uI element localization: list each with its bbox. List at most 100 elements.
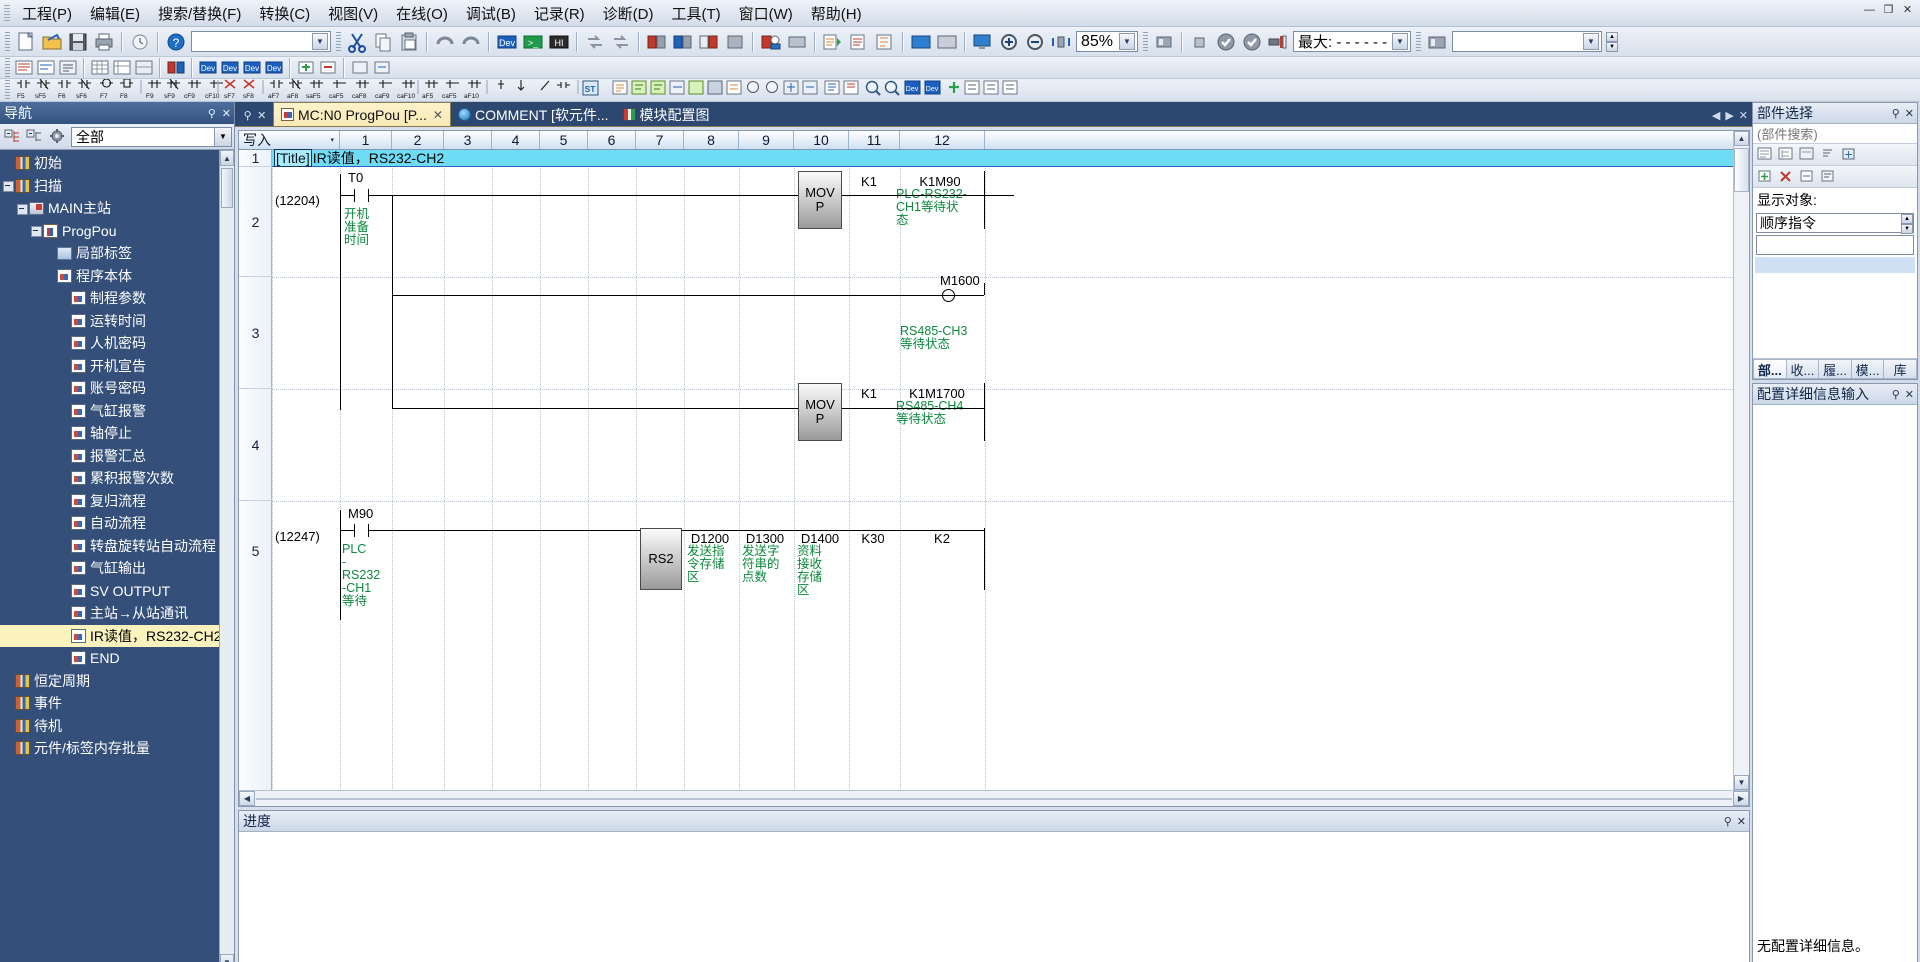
pin-icon[interactable]: ⚲	[244, 109, 252, 122]
check-ok-icon[interactable]	[1214, 30, 1238, 54]
sidebar-item-23[interactable]: 恒定周期	[0, 670, 234, 693]
ladder-col-3[interactable]: 3	[444, 131, 492, 149]
pin-icon[interactable]: ⚲	[208, 107, 216, 120]
plc-write-icon[interactable]	[671, 30, 695, 54]
expand-icon[interactable]	[1840, 145, 1859, 165]
toolbar-grip-1[interactable]	[5, 31, 10, 52]
grid-view-icon[interactable]	[90, 58, 110, 77]
scroll-down-icon[interactable]: ▼	[1734, 775, 1749, 790]
convert-icon[interactable]	[583, 30, 607, 54]
sidebar-item-0[interactable]: 初始	[0, 152, 234, 175]
toolbar-grip-2[interactable]	[336, 31, 341, 52]
display-spinner[interactable]: ▲ ▼	[1901, 214, 1913, 234]
clock-icon[interactable]	[128, 30, 152, 54]
close-icon[interactable]: ✕	[1905, 107, 1914, 120]
tab-module[interactable]: 模...	[1851, 359, 1885, 379]
ladder-view-icon[interactable]	[821, 30, 845, 54]
ladder-canvas-container[interactable]: 写入 ▾ 1 2 3 4 5 6 7 8 9 10 11 12 1 2 3 4 …	[239, 131, 1733, 790]
settings-gear-icon[interactable]	[47, 127, 67, 146]
menu-item-tools[interactable]: 工具(T)	[662, 0, 729, 27]
undo-icon[interactable]	[433, 30, 457, 54]
ladder-vscrollbar[interactable]: ▲ ▼	[1733, 131, 1749, 790]
sidebar-item-26[interactable]: 元件/标签内存批量	[0, 737, 234, 760]
menu-item-project[interactable]: 工程(P)	[13, 0, 81, 27]
comment-icon[interactable]	[36, 58, 56, 77]
sidebar-item-2[interactable]: MAIN主站	[0, 197, 234, 220]
chevron-down-icon[interactable]: ▼	[1583, 33, 1599, 50]
close-button[interactable]: ✕	[1899, 3, 1916, 18]
sidebar-item-17[interactable]: 转盘旋转站自动流程	[0, 535, 234, 558]
dev-blue4-icon[interactable]: Dev	[264, 58, 284, 77]
pin-icon[interactable]: ⚲	[1892, 107, 1900, 120]
property-icon[interactable]	[1819, 167, 1838, 187]
toolbar-grip-4[interactable]	[1416, 31, 1421, 52]
sort-icon[interactable]	[1819, 145, 1838, 165]
help-icon[interactable]: ?	[164, 30, 188, 54]
ladder-col-6[interactable]: 6	[588, 131, 636, 149]
maximize-button[interactable]: ❐	[1880, 3, 1897, 18]
tab-history[interactable]: 履...	[1819, 359, 1852, 379]
save-icon[interactable]	[66, 30, 90, 54]
collapse-toggle-icon[interactable]	[2, 180, 14, 193]
parts-list-item[interactable]	[1755, 257, 1915, 273]
ladder-symbol-icon[interactable]	[14, 58, 34, 77]
tab-comment[interactable]: COMMENT [软元件...	[451, 103, 616, 126]
device-dev-icon[interactable]: Dev	[495, 30, 519, 54]
ladder-col-9[interactable]: 9	[739, 131, 794, 149]
menu-item-online[interactable]: 在线(O)	[387, 0, 457, 27]
close-icon[interactable]: ✕	[257, 109, 266, 122]
ladder-canvas[interactable]: 1 2 3 4 5 [Title] IR读值，RS232-CH2 (12204)…	[239, 149, 1733, 790]
collapse-all-icon[interactable]	[3, 127, 23, 146]
open-folder-icon[interactable]	[40, 30, 64, 54]
plc-read-icon[interactable]	[645, 30, 669, 54]
parts-search-input[interactable]: (部件搜索)	[1753, 124, 1917, 144]
zoom-combo[interactable]: 85% ▼	[1076, 31, 1138, 52]
spinner-down-icon[interactable]: ▼	[1606, 41, 1618, 52]
scroll-down-icon[interactable]: ▼	[220, 954, 234, 962]
chevron-down-icon[interactable]: ▼	[312, 33, 328, 50]
scroll-thumb[interactable]	[1734, 148, 1749, 192]
grid-view2-icon[interactable]	[112, 58, 132, 77]
screen-monitor-icon[interactable]	[971, 30, 995, 54]
tab-close-icon[interactable]: ✕	[431, 108, 443, 122]
menu-item-convert[interactable]: 转换(C)	[250, 0, 319, 27]
zoom-fit-icon[interactable]	[1049, 30, 1073, 54]
menu-item-view[interactable]: 视图(V)	[319, 0, 387, 27]
chevron-down-icon[interactable]: ▾	[330, 136, 334, 144]
device-batch-icon[interactable]	[166, 58, 186, 77]
sidebar-item-9[interactable]: 开机宣告	[0, 355, 234, 378]
menu-item-help[interactable]: 帮助(H)	[802, 0, 871, 27]
new-file-icon[interactable]	[14, 30, 38, 54]
nop-icon[interactable]	[350, 58, 370, 77]
chevron-left-icon[interactable]: ◀	[1712, 109, 1720, 122]
expand-all-icon[interactable]	[25, 127, 45, 146]
pin-icon[interactable]: ⚲	[1724, 815, 1732, 828]
display-target-select[interactable]: 顺序指令 ▲ ▼	[1756, 213, 1914, 234]
spinner-down-icon[interactable]: ▼	[1901, 224, 1913, 234]
close-icon[interactable]: ✕	[1739, 109, 1748, 122]
copy-icon[interactable]	[371, 30, 395, 54]
menu-item-debug[interactable]: 调试(B)	[457, 0, 525, 27]
sidebar-item-11[interactable]: 气缸报警	[0, 400, 234, 423]
scroll-thumb[interactable]	[221, 168, 233, 208]
tab-module-config[interactable]: 模块配置图	[616, 103, 717, 126]
sidebar-item-14[interactable]: 累积报警次数	[0, 467, 234, 490]
dev-blue-icon[interactable]: Dev	[198, 58, 218, 77]
chevron-down-icon[interactable]: ▼	[1119, 33, 1135, 50]
target-combo[interactable]: ▼	[1452, 31, 1602, 52]
tab-parts[interactable]: 部...	[1753, 359, 1787, 379]
collapse-toggle-icon[interactable]	[16, 203, 28, 215]
edit-mode-icon[interactable]	[372, 58, 392, 77]
sidebar-item-10[interactable]: 账号密码	[0, 377, 234, 400]
scroll-left-icon[interactable]: ◀	[239, 791, 255, 806]
menu-item-edit[interactable]: 编辑(E)	[81, 0, 149, 27]
redo-icon[interactable]	[459, 30, 483, 54]
sidebar-item-15[interactable]: 复归流程	[0, 490, 234, 513]
tab-library[interactable]: 库	[1884, 359, 1917, 379]
navigator-tree-scrollbar[interactable]: ▲ ▼	[219, 150, 234, 962]
detail-icon[interactable]	[1798, 145, 1817, 165]
contact-m90[interactable]	[354, 524, 369, 537]
dev-blue2-icon[interactable]: Dev	[220, 58, 240, 77]
sidebar-item-12[interactable]: 轴停止	[0, 422, 234, 445]
toolbar-grip-6[interactable]	[5, 80, 10, 100]
